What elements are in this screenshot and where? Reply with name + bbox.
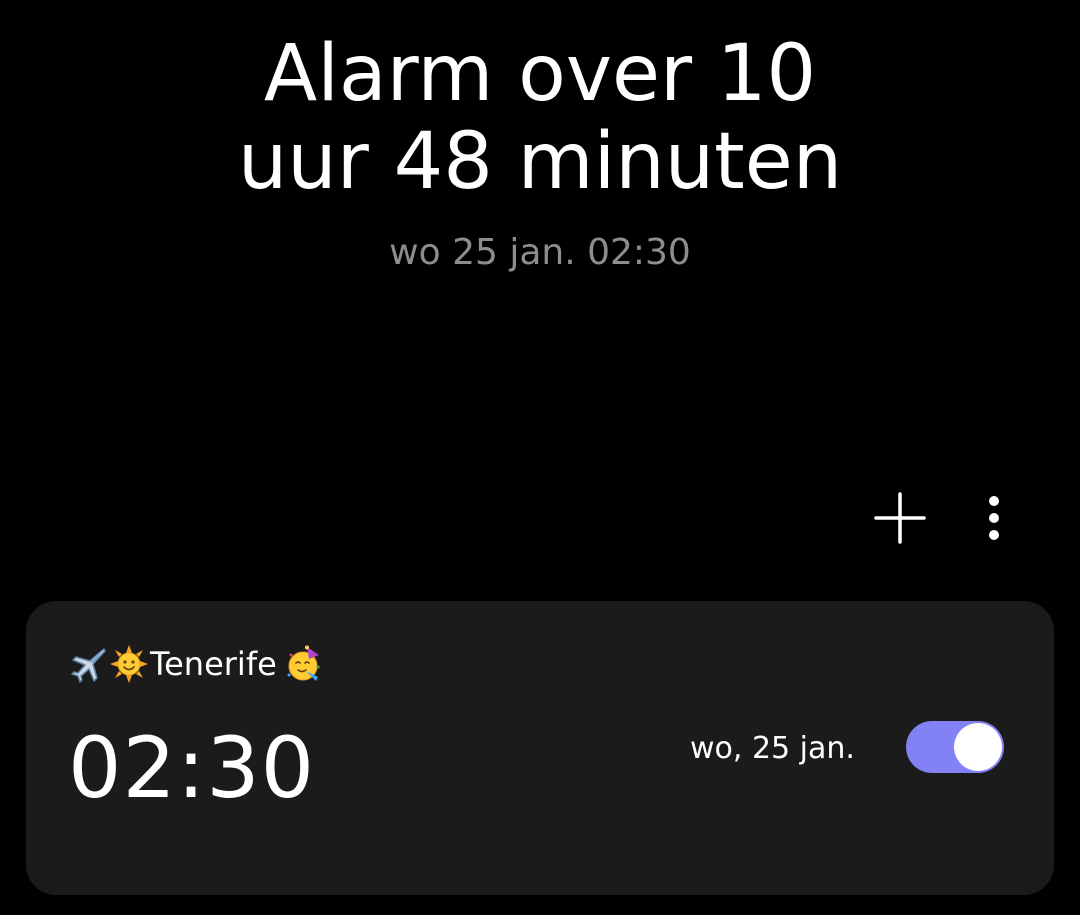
alarm-enabled-toggle[interactable] <box>906 721 1004 773</box>
alarm-repeat-date: wo, 25 jan. <box>690 731 855 766</box>
alarm-screen: Alarm over 10 uur 48 minuten wo 25 jan. … <box>0 0 1080 915</box>
airplane-emoji-icon <box>70 645 108 683</box>
plus-icon <box>874 492 926 544</box>
alarm-label: Tenerife <box>70 645 323 683</box>
time-until-alarm-heading: Alarm over 10 uur 48 minuten <box>0 30 1080 206</box>
partying-face-emoji-icon <box>285 645 323 683</box>
alarm-label-text: Tenerife <box>150 645 277 683</box>
toggle-knob <box>954 723 1002 771</box>
more-options-button[interactable] <box>968 488 1020 548</box>
heading-line-1: Alarm over 10 <box>263 29 817 119</box>
add-alarm-button[interactable] <box>868 488 932 548</box>
alarm-time: 02:30 <box>68 719 316 817</box>
sun-with-face-emoji-icon <box>110 645 148 683</box>
heading-line-2: uur 48 minuten <box>237 117 843 207</box>
more-vertical-icon <box>989 496 999 540</box>
next-alarm-datetime: wo 25 jan. 02:30 <box>389 232 691 273</box>
alarm-card[interactable]: Tenerife 02:30 wo, 25 jan. <box>26 601 1054 895</box>
